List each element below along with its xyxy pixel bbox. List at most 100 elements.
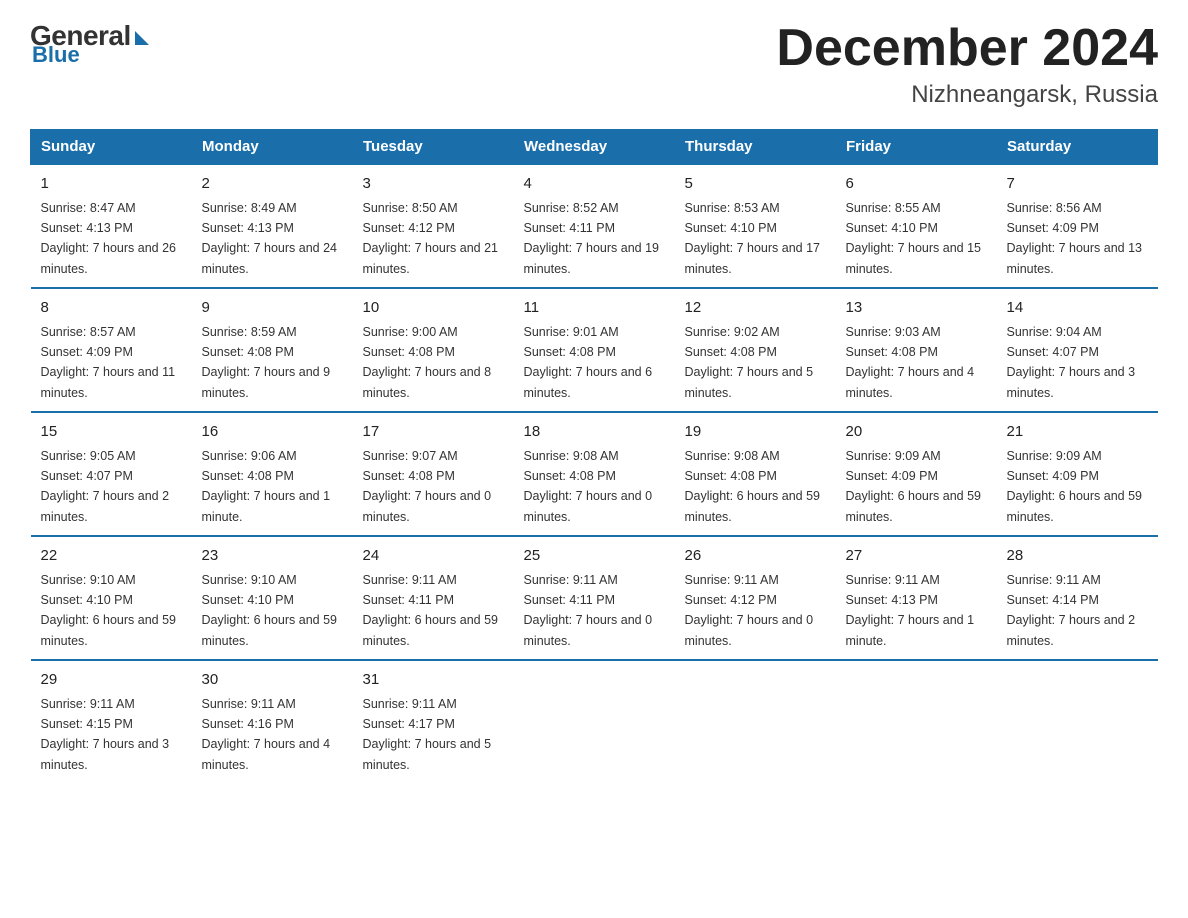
day-info: Sunrise: 8:57 AMSunset: 4:09 PMDaylight:… — [41, 325, 176, 400]
day-info: Sunrise: 9:02 AMSunset: 4:08 PMDaylight:… — [685, 325, 814, 400]
day-info: Sunrise: 9:09 AMSunset: 4:09 PMDaylight:… — [846, 449, 982, 524]
calendar-cell: 2 Sunrise: 8:49 AMSunset: 4:13 PMDayligh… — [192, 164, 353, 288]
calendar-cell: 26 Sunrise: 9:11 AMSunset: 4:12 PMDaylig… — [675, 536, 836, 660]
calendar-cell: 19 Sunrise: 9:08 AMSunset: 4:08 PMDaylig… — [675, 412, 836, 536]
page-header: General Blue December 2024 Nizhneangarsk… — [30, 20, 1158, 109]
day-number: 13 — [846, 297, 987, 320]
day-info: Sunrise: 9:01 AMSunset: 4:08 PMDaylight:… — [524, 325, 653, 400]
calendar-cell: 10 Sunrise: 9:00 AMSunset: 4:08 PMDaylig… — [353, 288, 514, 412]
day-number: 27 — [846, 545, 987, 568]
day-number: 17 — [363, 421, 504, 444]
day-info: Sunrise: 8:50 AMSunset: 4:12 PMDaylight:… — [363, 201, 499, 276]
day-number: 22 — [41, 545, 182, 568]
calendar-cell: 23 Sunrise: 9:10 AMSunset: 4:10 PMDaylig… — [192, 536, 353, 660]
calendar-cell: 30 Sunrise: 9:11 AMSunset: 4:16 PMDaylig… — [192, 660, 353, 783]
day-info: Sunrise: 9:11 AMSunset: 4:15 PMDaylight:… — [41, 697, 170, 772]
header-tuesday: Tuesday — [353, 130, 514, 165]
day-info: Sunrise: 9:11 AMSunset: 4:17 PMDaylight:… — [363, 697, 492, 772]
day-number: 20 — [846, 421, 987, 444]
day-number: 28 — [1007, 545, 1148, 568]
day-number: 2 — [202, 173, 343, 196]
calendar-cell: 14 Sunrise: 9:04 AMSunset: 4:07 PMDaylig… — [997, 288, 1158, 412]
day-number: 19 — [685, 421, 826, 444]
calendar-week-row: 29 Sunrise: 9:11 AMSunset: 4:15 PMDaylig… — [31, 660, 1158, 783]
day-info: Sunrise: 8:56 AMSunset: 4:09 PMDaylight:… — [1007, 201, 1143, 276]
day-number: 26 — [685, 545, 826, 568]
calendar-cell — [675, 660, 836, 783]
day-number: 30 — [202, 669, 343, 692]
day-info: Sunrise: 9:08 AMSunset: 4:08 PMDaylight:… — [524, 449, 653, 524]
day-number: 3 — [363, 173, 504, 196]
calendar-cell: 28 Sunrise: 9:11 AMSunset: 4:14 PMDaylig… — [997, 536, 1158, 660]
day-number: 10 — [363, 297, 504, 320]
day-info: Sunrise: 9:03 AMSunset: 4:08 PMDaylight:… — [846, 325, 975, 400]
day-number: 6 — [846, 173, 987, 196]
header-sunday: Sunday — [31, 130, 192, 165]
day-number: 23 — [202, 545, 343, 568]
day-info: Sunrise: 9:11 AMSunset: 4:12 PMDaylight:… — [685, 573, 814, 648]
day-number: 31 — [363, 669, 504, 692]
day-info: Sunrise: 9:08 AMSunset: 4:08 PMDaylight:… — [685, 449, 821, 524]
day-info: Sunrise: 8:53 AMSunset: 4:10 PMDaylight:… — [685, 201, 821, 276]
calendar-week-row: 8 Sunrise: 8:57 AMSunset: 4:09 PMDayligh… — [31, 288, 1158, 412]
calendar-cell: 15 Sunrise: 9:05 AMSunset: 4:07 PMDaylig… — [31, 412, 192, 536]
day-info: Sunrise: 9:06 AMSunset: 4:08 PMDaylight:… — [202, 449, 331, 524]
calendar-cell: 16 Sunrise: 9:06 AMSunset: 4:08 PMDaylig… — [192, 412, 353, 536]
day-info: Sunrise: 9:11 AMSunset: 4:13 PMDaylight:… — [846, 573, 975, 648]
day-info: Sunrise: 8:52 AMSunset: 4:11 PMDaylight:… — [524, 201, 660, 276]
day-number: 21 — [1007, 421, 1148, 444]
logo: General Blue — [30, 20, 149, 68]
logo-arrow-icon — [135, 31, 149, 45]
calendar-cell: 6 Sunrise: 8:55 AMSunset: 4:10 PMDayligh… — [836, 164, 997, 288]
day-info: Sunrise: 9:11 AMSunset: 4:11 PMDaylight:… — [524, 573, 653, 648]
calendar-cell: 31 Sunrise: 9:11 AMSunset: 4:17 PMDaylig… — [353, 660, 514, 783]
day-number: 16 — [202, 421, 343, 444]
calendar-cell: 20 Sunrise: 9:09 AMSunset: 4:09 PMDaylig… — [836, 412, 997, 536]
day-info: Sunrise: 9:05 AMSunset: 4:07 PMDaylight:… — [41, 449, 170, 524]
day-number: 8 — [41, 297, 182, 320]
day-info: Sunrise: 9:00 AMSunset: 4:08 PMDaylight:… — [363, 325, 492, 400]
logo-blue-text: Blue — [32, 42, 80, 68]
calendar-week-row: 15 Sunrise: 9:05 AMSunset: 4:07 PMDaylig… — [31, 412, 1158, 536]
calendar-cell: 8 Sunrise: 8:57 AMSunset: 4:09 PMDayligh… — [31, 288, 192, 412]
day-number: 29 — [41, 669, 182, 692]
location-title: Nizhneangarsk, Russia — [776, 81, 1158, 109]
header-friday: Friday — [836, 130, 997, 165]
day-info: Sunrise: 9:10 AMSunset: 4:10 PMDaylight:… — [202, 573, 338, 648]
calendar-cell: 27 Sunrise: 9:11 AMSunset: 4:13 PMDaylig… — [836, 536, 997, 660]
day-number: 12 — [685, 297, 826, 320]
calendar-cell: 4 Sunrise: 8:52 AMSunset: 4:11 PMDayligh… — [514, 164, 675, 288]
calendar-cell: 21 Sunrise: 9:09 AMSunset: 4:09 PMDaylig… — [997, 412, 1158, 536]
header-wednesday: Wednesday — [514, 130, 675, 165]
calendar-cell: 11 Sunrise: 9:01 AMSunset: 4:08 PMDaylig… — [514, 288, 675, 412]
day-info: Sunrise: 9:11 AMSunset: 4:16 PMDaylight:… — [202, 697, 331, 772]
calendar-cell: 24 Sunrise: 9:11 AMSunset: 4:11 PMDaylig… — [353, 536, 514, 660]
day-number: 7 — [1007, 173, 1148, 196]
calendar-cell — [514, 660, 675, 783]
calendar-cell: 9 Sunrise: 8:59 AMSunset: 4:08 PMDayligh… — [192, 288, 353, 412]
day-info: Sunrise: 8:55 AMSunset: 4:10 PMDaylight:… — [846, 201, 982, 276]
day-info: Sunrise: 9:11 AMSunset: 4:14 PMDaylight:… — [1007, 573, 1136, 648]
calendar-cell: 12 Sunrise: 9:02 AMSunset: 4:08 PMDaylig… — [675, 288, 836, 412]
header-monday: Monday — [192, 130, 353, 165]
day-number: 11 — [524, 297, 665, 320]
calendar-week-row: 1 Sunrise: 8:47 AMSunset: 4:13 PMDayligh… — [31, 164, 1158, 288]
day-info: Sunrise: 9:11 AMSunset: 4:11 PMDaylight:… — [363, 573, 499, 648]
calendar-cell: 7 Sunrise: 8:56 AMSunset: 4:09 PMDayligh… — [997, 164, 1158, 288]
day-number: 18 — [524, 421, 665, 444]
calendar-cell: 25 Sunrise: 9:11 AMSunset: 4:11 PMDaylig… — [514, 536, 675, 660]
day-info: Sunrise: 9:10 AMSunset: 4:10 PMDaylight:… — [41, 573, 177, 648]
calendar-cell: 18 Sunrise: 9:08 AMSunset: 4:08 PMDaylig… — [514, 412, 675, 536]
calendar-cell: 22 Sunrise: 9:10 AMSunset: 4:10 PMDaylig… — [31, 536, 192, 660]
month-title: December 2024 — [776, 20, 1158, 77]
day-info: Sunrise: 8:49 AMSunset: 4:13 PMDaylight:… — [202, 201, 338, 276]
day-number: 4 — [524, 173, 665, 196]
day-info: Sunrise: 9:04 AMSunset: 4:07 PMDaylight:… — [1007, 325, 1136, 400]
day-number: 24 — [363, 545, 504, 568]
day-number: 9 — [202, 297, 343, 320]
calendar-cell: 5 Sunrise: 8:53 AMSunset: 4:10 PMDayligh… — [675, 164, 836, 288]
header-thursday: Thursday — [675, 130, 836, 165]
day-info: Sunrise: 9:09 AMSunset: 4:09 PMDaylight:… — [1007, 449, 1143, 524]
calendar-cell — [836, 660, 997, 783]
day-number: 25 — [524, 545, 665, 568]
